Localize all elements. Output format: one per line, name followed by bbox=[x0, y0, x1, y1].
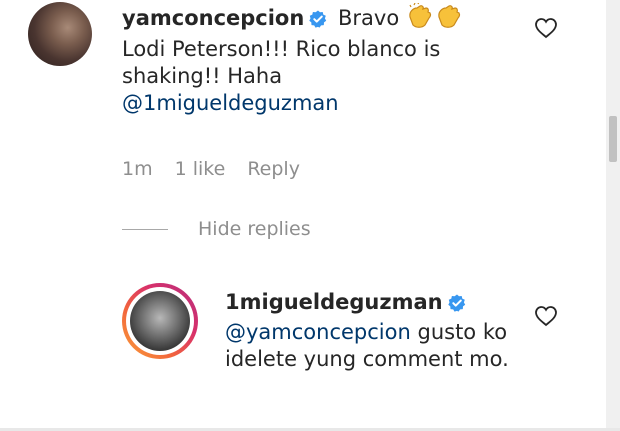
verified-badge-icon bbox=[309, 8, 327, 35]
comment-timestamp[interactable]: 1m bbox=[122, 158, 153, 180]
reply-button[interactable]: Reply bbox=[247, 158, 300, 180]
reply-mention-link[interactable]: @yamconcepcion bbox=[225, 320, 411, 344]
story-ring-gap bbox=[126, 287, 194, 355]
comment-text: Lodi Peterson!!! Rico blanco is shaking!… bbox=[122, 37, 441, 88]
reply-body: 1migueldeguzman @yamconcepcion gusto ko … bbox=[225, 289, 525, 373]
reply-avatar-photo bbox=[130, 291, 190, 351]
comment-body: yamconcepcion Bravo Lodi Peterson!!! Ric… bbox=[122, 1, 512, 117]
like-reply-heart-icon[interactable] bbox=[534, 305, 558, 331]
verified-badge-icon bbox=[447, 292, 466, 319]
scrollbar-track[interactable] bbox=[606, 0, 620, 431]
hide-replies-label: Hide replies bbox=[198, 218, 311, 240]
comment-meta-row: 1m 1 like Reply bbox=[122, 158, 322, 180]
reply-username[interactable]: 1migueldeguzman bbox=[225, 290, 443, 314]
like-comment-heart-icon[interactable] bbox=[534, 17, 558, 43]
scrollbar-thumb[interactable] bbox=[609, 116, 617, 162]
comment-mention-link[interactable]: @1migueldeguzman bbox=[122, 91, 339, 115]
hide-replies-button[interactable]: Hide replies bbox=[122, 218, 311, 240]
commenter-avatar[interactable] bbox=[28, 2, 92, 66]
clapping-hands-emoji-icon bbox=[406, 1, 462, 36]
reply-avatar[interactable] bbox=[122, 283, 198, 359]
comment-text-lead: Bravo bbox=[338, 6, 400, 30]
comment-like-count[interactable]: 1 like bbox=[175, 158, 226, 180]
hide-replies-divider bbox=[122, 228, 168, 230]
comment-username[interactable]: yamconcepcion bbox=[122, 6, 304, 30]
